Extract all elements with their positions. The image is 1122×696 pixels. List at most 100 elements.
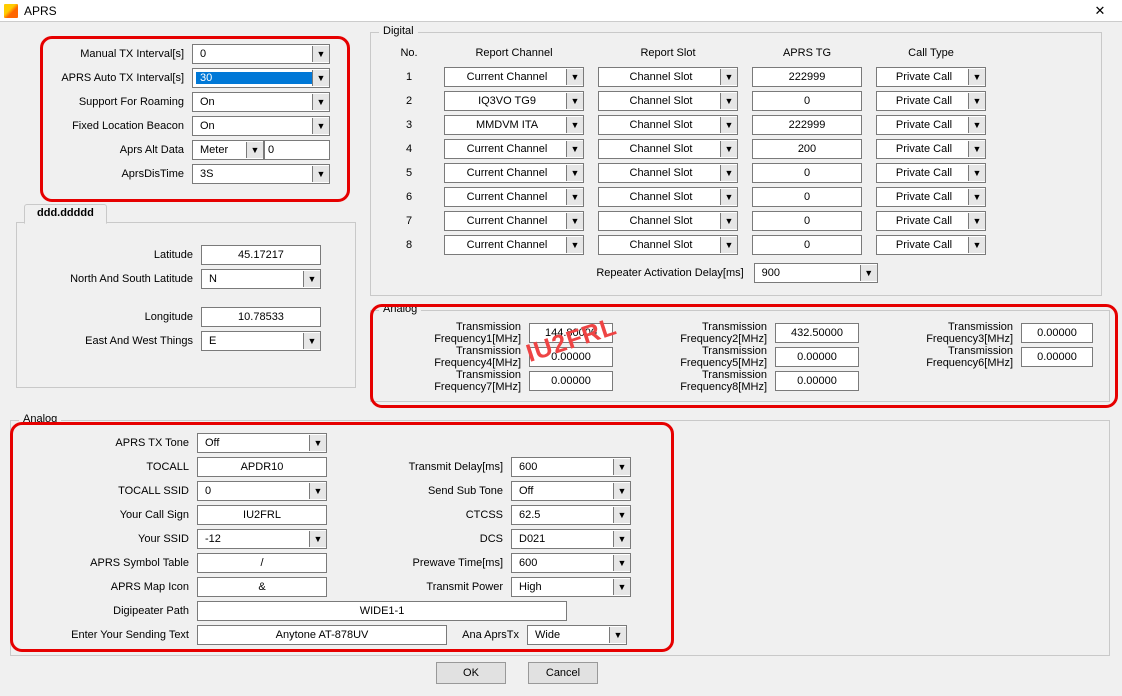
lat-input[interactable]: [201, 245, 321, 265]
chevron-down-icon: ▼: [720, 189, 737, 205]
f4-input[interactable]: [529, 347, 613, 367]
call-type-combo[interactable]: Private Call▼: [876, 115, 986, 135]
chevron-down-icon: ▼: [613, 459, 630, 475]
tocall-input[interactable]: [197, 457, 327, 477]
digital-row-no: 4: [381, 143, 437, 155]
lon-input[interactable]: [201, 307, 321, 327]
ssid-combo[interactable]: -12▼: [197, 529, 327, 549]
subtone-label: Send Sub Tone: [381, 485, 511, 497]
chevron-down-icon: ▼: [312, 166, 329, 182]
call-type-combo[interactable]: Private Call▼: [876, 67, 986, 87]
fixed-beacon-combo[interactable]: On▼: [192, 116, 330, 136]
anatx-combo[interactable]: Wide▼: [527, 625, 627, 645]
aprs-tg-input[interactable]: [752, 67, 862, 87]
analog-freq-legend: Analog: [379, 303, 421, 315]
tocall-ssid-label: TOCALL SSID: [17, 485, 197, 497]
call-type-combo[interactable]: Private Call▼: [876, 235, 986, 255]
manual-tx-combo[interactable]: 0▼: [192, 44, 330, 64]
report-channel-combo[interactable]: Current Channel▼: [444, 139, 584, 159]
chevron-down-icon: ▼: [309, 483, 326, 499]
call-type-combo[interactable]: Private Call▼: [876, 139, 986, 159]
roaming-combo[interactable]: On▼: [192, 92, 330, 112]
prewave-combo[interactable]: 600▼: [511, 553, 631, 573]
call-type-combo[interactable]: Private Call▼: [876, 211, 986, 231]
call-type-combo[interactable]: Private Call▼: [876, 187, 986, 207]
txpower-combo[interactable]: High▼: [511, 577, 631, 597]
ns-combo[interactable]: N▼: [201, 269, 321, 289]
report-slot-combo[interactable]: Channel Slot▼: [598, 115, 738, 135]
alt-value-input[interactable]: [264, 140, 330, 160]
report-slot-combo[interactable]: Channel Slot▼: [598, 139, 738, 159]
call-type-combo[interactable]: Private Call▼: [876, 91, 986, 111]
chevron-down-icon: ▼: [566, 93, 583, 109]
ns-label: North And South Latitude: [21, 273, 201, 285]
f8-input[interactable]: [775, 371, 859, 391]
report-channel-combo[interactable]: MMDVM ITA▼: [444, 115, 584, 135]
ctcss-combo[interactable]: 62.5▼: [511, 505, 631, 525]
report-channel-combo[interactable]: IQ3VO TG9▼: [444, 91, 584, 111]
report-slot-combo[interactable]: Channel Slot▼: [598, 163, 738, 183]
alt-unit-combo[interactable]: Meter▼: [192, 140, 264, 160]
sendtext-input[interactable]: [197, 625, 447, 645]
report-slot-combo[interactable]: Channel Slot▼: [598, 211, 738, 231]
digital-row-no: 5: [381, 167, 437, 179]
distime-label: AprsDisTime: [6, 168, 192, 180]
chevron-down-icon: ▼: [720, 69, 737, 85]
callsign-input[interactable]: [197, 505, 327, 525]
report-slot-combo[interactable]: Channel Slot▼: [598, 235, 738, 255]
aprs-tg-input[interactable]: [752, 139, 862, 159]
digipath-input[interactable]: [197, 601, 567, 621]
mapicon-input[interactable]: [197, 577, 327, 597]
f2-input[interactable]: [775, 323, 859, 343]
report-slot-combo[interactable]: Channel Slot▼: [598, 91, 738, 111]
call-type-combo[interactable]: Private Call▼: [876, 163, 986, 183]
digital-hdr-no: No.: [381, 47, 437, 59]
digital-row: 7Current Channel▼Channel Slot▼Private Ca…: [381, 209, 1093, 233]
f6-input[interactable]: [1021, 347, 1093, 367]
aprs-tg-input[interactable]: [752, 91, 862, 111]
digital-row-no: 1: [381, 71, 437, 83]
ok-button[interactable]: OK: [436, 662, 506, 684]
f1-label: Transmission Frequency1[MHz]: [377, 321, 529, 345]
report-channel-combo[interactable]: Current Channel▼: [444, 163, 584, 183]
subtone-combo[interactable]: Off▼: [511, 481, 631, 501]
txtone-combo[interactable]: Off▼: [197, 433, 327, 453]
coord-tab[interactable]: ddd.ddddd: [24, 204, 107, 224]
ew-combo[interactable]: E▼: [201, 331, 321, 351]
tocall-ssid-combo[interactable]: 0▼: [197, 481, 327, 501]
aprs-tg-input[interactable]: [752, 235, 862, 255]
aprs-tg-input[interactable]: [752, 211, 862, 231]
digital-row: 8Current Channel▼Channel Slot▼Private Ca…: [381, 233, 1093, 257]
aprs-tg-input[interactable]: [752, 187, 862, 207]
symtbl-input[interactable]: [197, 553, 327, 573]
f1-input[interactable]: [529, 323, 613, 343]
window-title: APRS: [24, 4, 1082, 18]
txdelay-combo[interactable]: 600▼: [511, 457, 631, 477]
digital-hdr-rs: Report Slot: [591, 47, 745, 59]
analog-legend: Analog: [19, 413, 61, 425]
distime-combo[interactable]: 3S▼: [192, 164, 330, 184]
close-icon[interactable]: ✕: [1082, 0, 1118, 22]
f5-input[interactable]: [775, 347, 859, 367]
dcs-combo[interactable]: D021▼: [511, 529, 631, 549]
report-slot-combo[interactable]: Channel Slot▼: [598, 187, 738, 207]
f7-input[interactable]: [529, 371, 613, 391]
chevron-down-icon: ▼: [312, 94, 329, 110]
f3-input[interactable]: [1021, 323, 1093, 343]
chevron-down-icon: ▼: [566, 165, 583, 181]
report-channel-combo[interactable]: Current Channel▼: [444, 211, 584, 231]
cancel-button[interactable]: Cancel: [528, 662, 598, 684]
aprs-tg-input[interactable]: [752, 163, 862, 183]
report-channel-combo[interactable]: Current Channel▼: [444, 187, 584, 207]
callsign-label: Your Call Sign: [17, 509, 197, 521]
report-slot-combo[interactable]: Channel Slot▼: [598, 67, 738, 87]
chevron-down-icon: ▼: [968, 93, 985, 109]
manual-tx-label: Manual TX Interval[s]: [6, 48, 192, 60]
auto-tx-combo[interactable]: 30▼: [192, 68, 330, 88]
chevron-down-icon: ▼: [566, 69, 583, 85]
digital-row: 4 Current Channel▼ Channel Slot▼ Private Ca…: [381, 137, 1093, 161]
rad-combo[interactable]: 900▼: [754, 263, 878, 283]
aprs-tg-input[interactable]: [752, 115, 862, 135]
report-channel-combo[interactable]: Current Channel▼: [444, 67, 584, 87]
report-channel-combo[interactable]: Current Channel▼: [444, 235, 584, 255]
